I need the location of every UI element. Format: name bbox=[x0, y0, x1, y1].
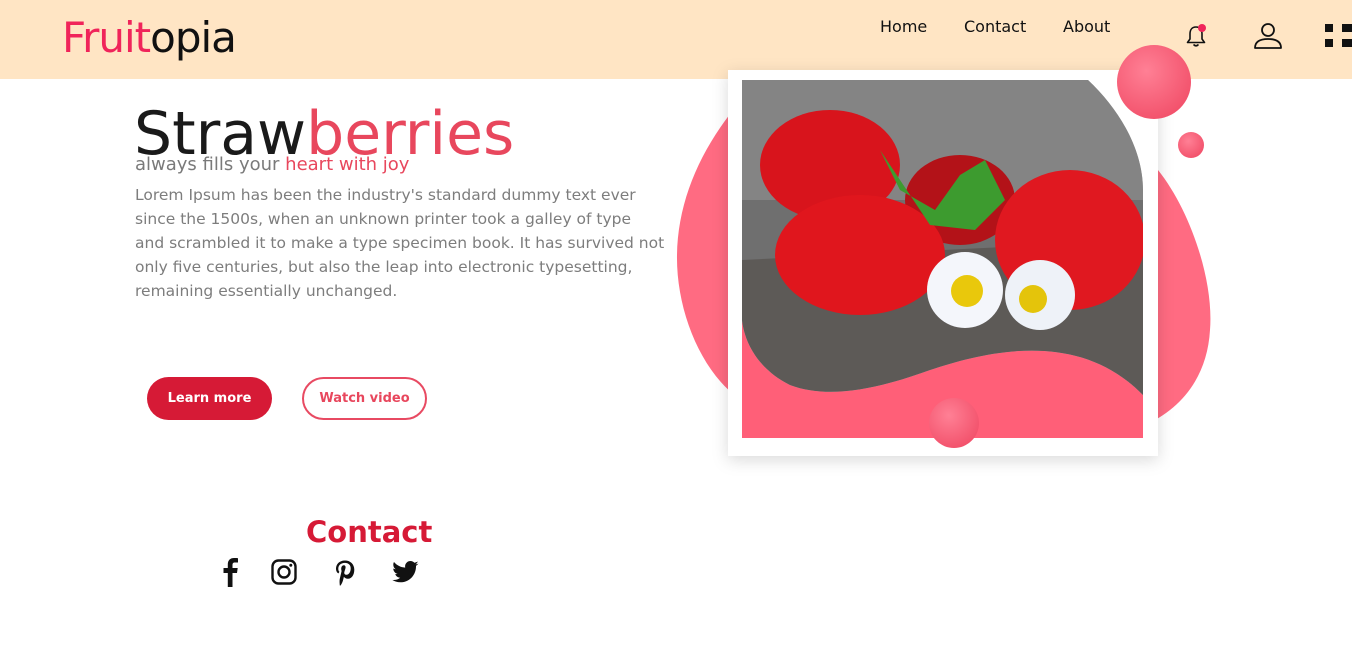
hero-image-decor bbox=[676, 45, 1211, 456]
strawberry-photo bbox=[742, 80, 1143, 395]
hero-description: Lorem Ipsum has been the industry's stan… bbox=[135, 186, 665, 300]
hero-subtitle-highlight: heart with joy bbox=[285, 154, 410, 175]
learn-more-button[interactable]: Learn more bbox=[147, 377, 272, 420]
twitter-icon[interactable] bbox=[392, 561, 419, 587]
decor-ball-bottom bbox=[929, 398, 979, 448]
hero-subtitle: always fills your heart with joy bbox=[135, 154, 409, 176]
decor-ball-large bbox=[1117, 45, 1191, 119]
contact-title: Contact bbox=[306, 515, 433, 549]
decor-ball-small bbox=[1178, 132, 1204, 158]
hero-subtitle-prefix: always fills your bbox=[135, 154, 286, 175]
facebook-icon[interactable] bbox=[221, 557, 239, 591]
instagram-icon[interactable] bbox=[271, 559, 297, 589]
pinterest-icon[interactable] bbox=[334, 559, 356, 591]
watch-video-button[interactable]: Watch video bbox=[302, 377, 427, 420]
